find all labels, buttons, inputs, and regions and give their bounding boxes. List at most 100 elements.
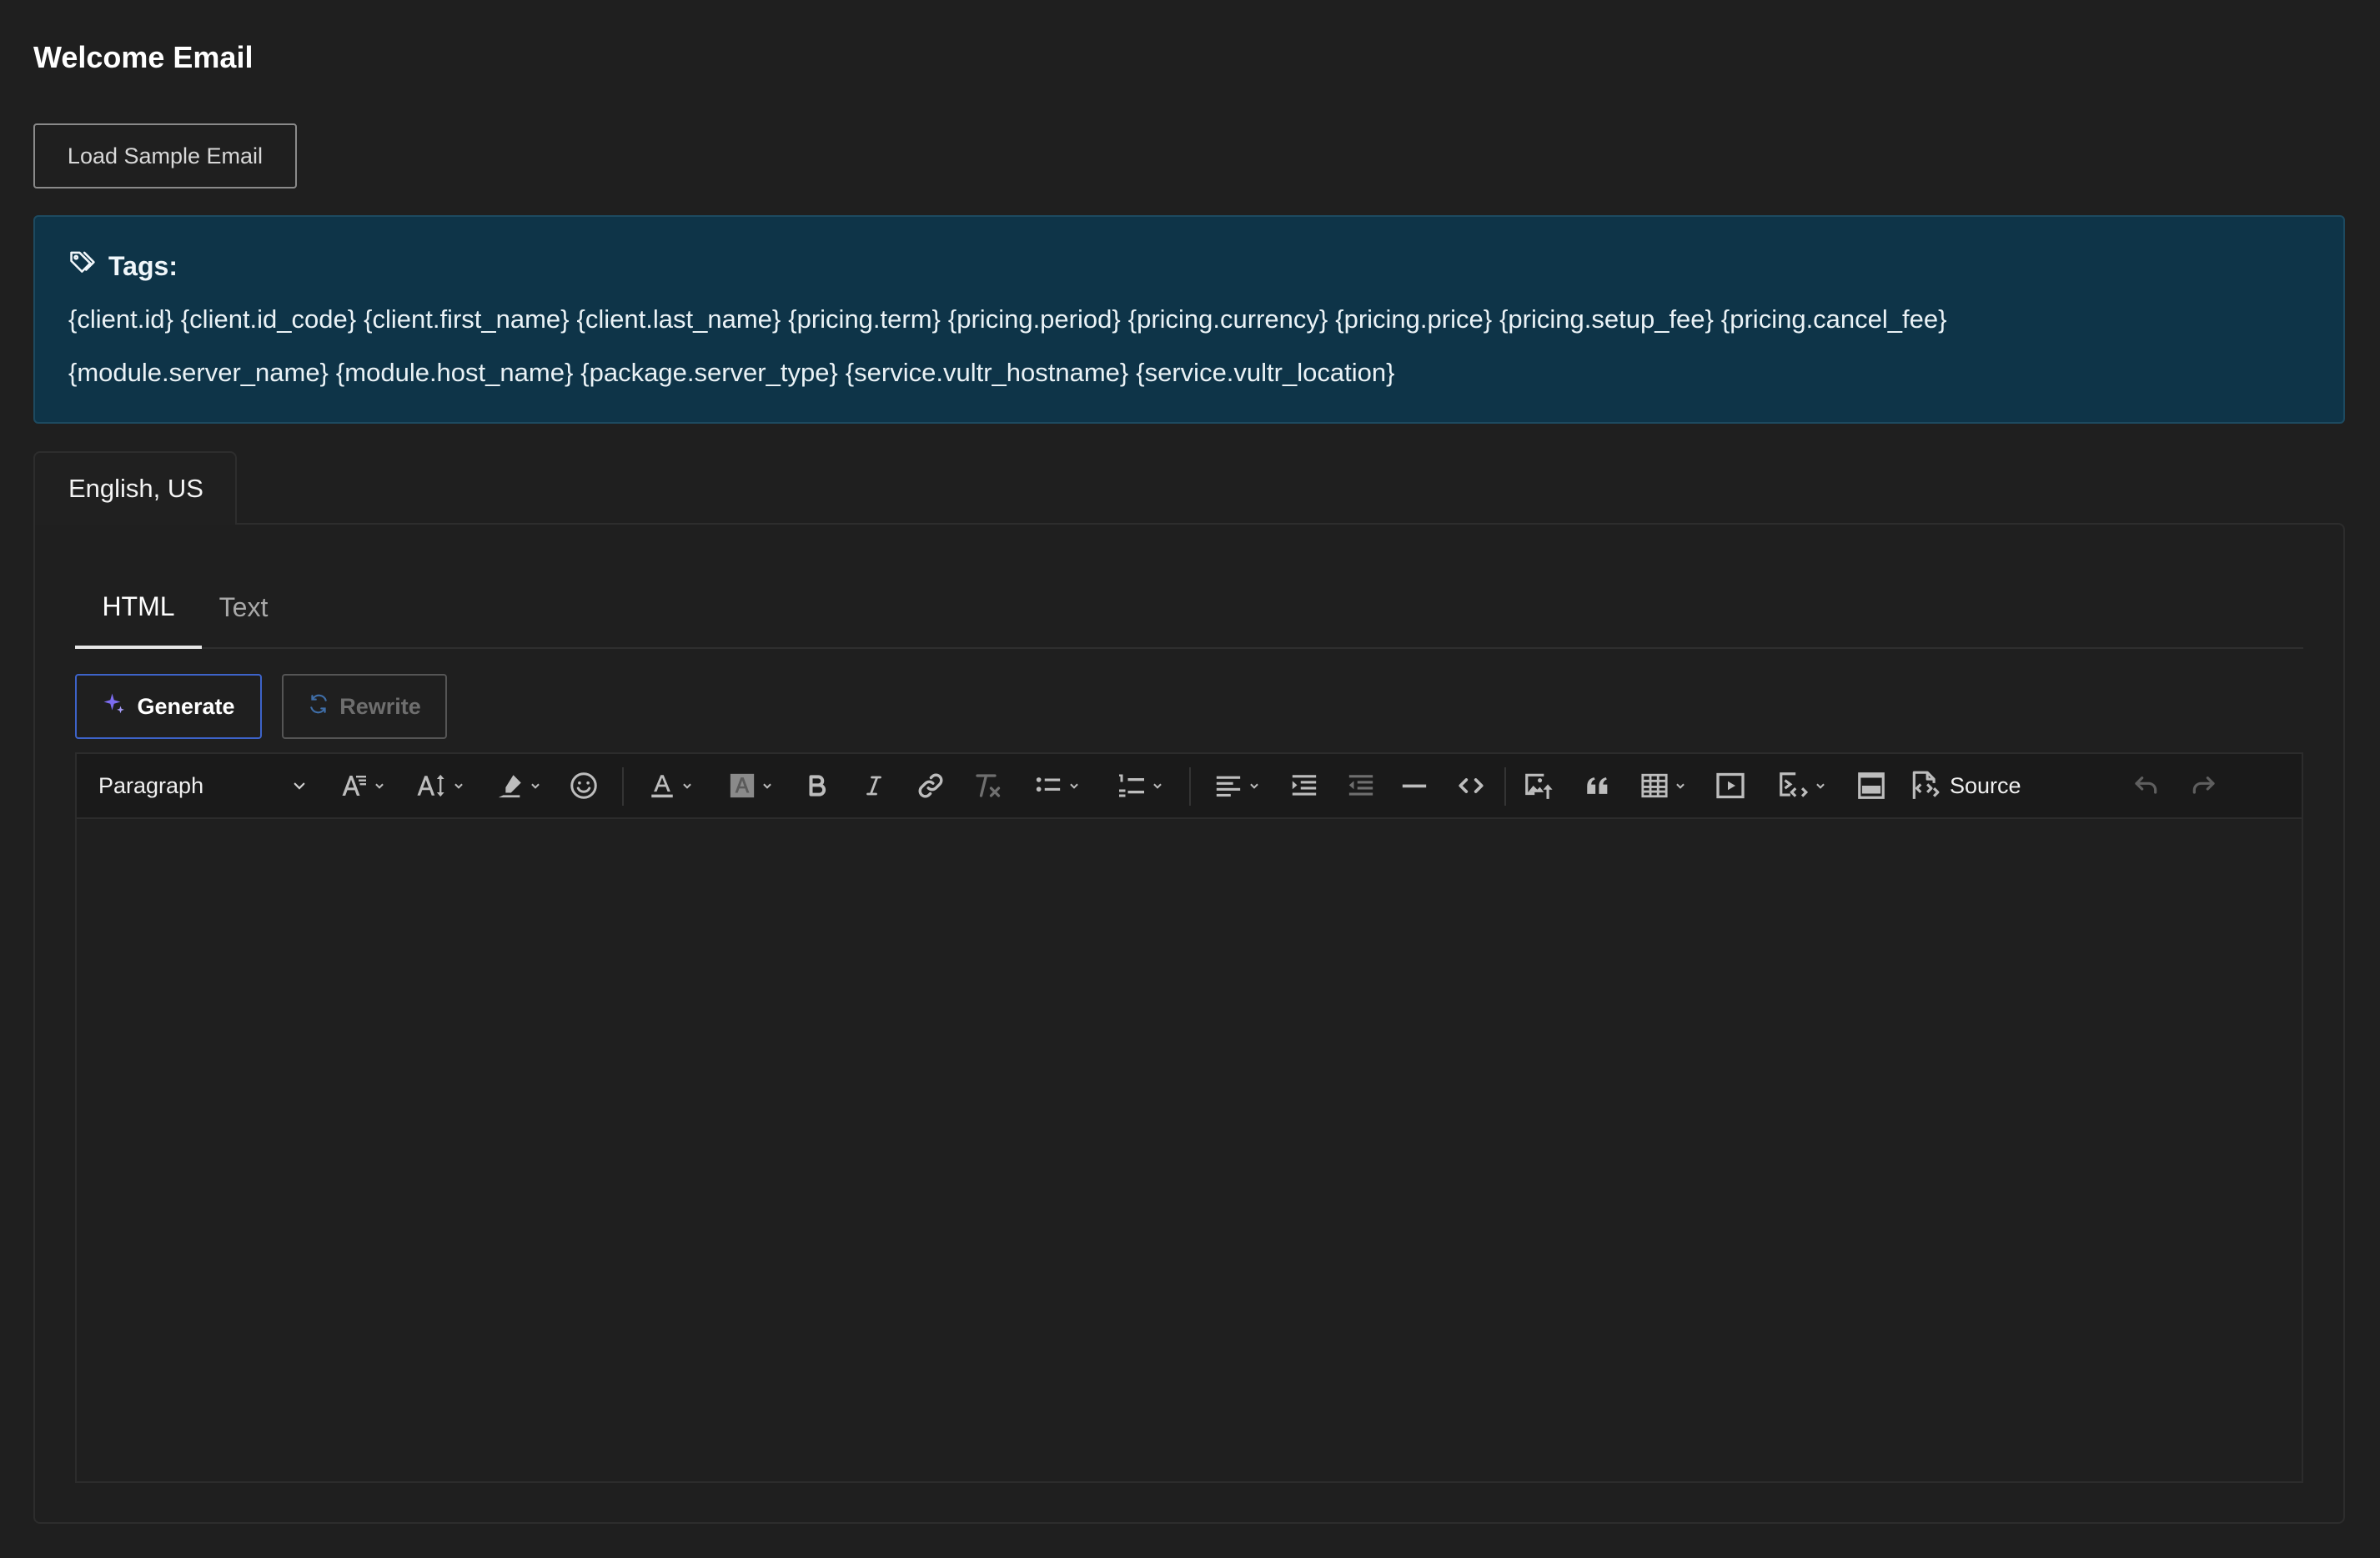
background-color-icon [728, 771, 756, 800]
undo-icon [2132, 772, 2161, 799]
outdent-button[interactable] [1341, 764, 1381, 807]
align-left-icon [1213, 771, 1243, 800]
tag-token: {pricing.price} [1335, 304, 1493, 334]
tag-token: {client.id} [68, 304, 173, 334]
chevron-down-icon [453, 780, 464, 792]
italic-icon [861, 771, 886, 800]
sparkle-icon [102, 691, 127, 722]
insert-image-button[interactable] [1516, 764, 1561, 807]
tab-html[interactable]: HTML [75, 567, 202, 649]
tag-token: {module.host_name} [335, 358, 574, 387]
chevron-down-icon [1815, 780, 1826, 792]
html-embed-dropdown[interactable] [1765, 764, 1838, 807]
rich-text-editor: Paragraph Source [75, 752, 2303, 1483]
chevron-down-icon [1068, 780, 1080, 792]
special-block-icon [1855, 770, 1888, 802]
chevron-down-icon [761, 780, 773, 792]
chevron-down-icon [1152, 780, 1163, 792]
toolbar-separator [1504, 767, 1506, 806]
emoji-button[interactable] [564, 764, 604, 807]
link-icon [916, 771, 945, 800]
chevron-down-icon [1248, 780, 1260, 792]
blockquote-icon [1584, 771, 1612, 800]
tags-header: Tags: [68, 249, 2310, 284]
background-color-dropdown[interactable] [717, 764, 784, 807]
tag-token: {pricing.cancel_fee} [1720, 304, 1947, 334]
undo-button[interactable] [2128, 764, 2165, 807]
media-icon [1715, 771, 1746, 801]
editor-content-area[interactable] [77, 819, 2302, 1481]
highlight-dropdown[interactable] [487, 764, 550, 807]
tag-token: {package.server_type} [580, 358, 838, 387]
bulleted-list-dropdown[interactable] [1022, 764, 1091, 807]
indent-icon [1289, 771, 1319, 800]
generate-label: Generate [137, 693, 235, 719]
bulleted-list-icon [1033, 771, 1063, 800]
remove-format-button[interactable] [967, 764, 1007, 807]
tag-token: {pricing.period} [947, 304, 1121, 334]
align-dropdown[interactable] [1203, 764, 1271, 807]
numbered-list-icon [1117, 771, 1147, 801]
tags-heading: Tags: [108, 250, 178, 281]
redo-icon [2189, 772, 2217, 799]
toolbar-separator [1189, 767, 1191, 806]
tag-token: {pricing.currency} [1127, 304, 1328, 334]
blockquote-button[interactable] [1578, 764, 1618, 807]
html-embed-icon [1776, 770, 1810, 802]
tags-line-2: {module.server_name} {module.host_name} {p… [68, 355, 2310, 390]
table-dropdown[interactable] [1629, 764, 1696, 807]
highlight-icon [496, 771, 525, 800]
font-color-icon [648, 771, 676, 801]
tag-token: {module.server_name} [68, 358, 329, 387]
editor-toolbar: Paragraph Source [77, 754, 2302, 819]
tab-text[interactable]: Text [202, 567, 285, 647]
block-format-dropdown[interactable]: Paragraph [98, 764, 307, 807]
source-icon [1908, 770, 1941, 802]
font-color-dropdown[interactable] [637, 764, 704, 807]
chevron-down-icon [681, 780, 693, 792]
outdent-icon [1346, 771, 1376, 800]
page-title: Welcome Email [33, 40, 254, 74]
tag-token: {pricing.term} [788, 304, 941, 334]
tag-token: {client.id_code} [180, 304, 357, 334]
tags-line-1: {client.id} {client.id_code} {client.first… [68, 302, 2310, 337]
load-sample-email-button[interactable]: Load Sample Email [33, 123, 297, 188]
tag-token: {client.last_name} [576, 304, 781, 334]
emoji-icon [569, 771, 599, 801]
rewrite-button[interactable]: Rewrite [282, 674, 447, 739]
rewrite-label: Rewrite [339, 693, 421, 719]
horizontal-line-button[interactable] [1394, 764, 1434, 807]
link-button[interactable] [911, 764, 951, 807]
chevron-down-icon [374, 780, 385, 792]
italic-button[interactable] [854, 764, 894, 807]
generate-button[interactable]: Generate [75, 674, 262, 739]
horizontal-line-icon [1399, 771, 1429, 800]
font-family-icon [339, 771, 369, 801]
code-icon [1456, 771, 1486, 800]
bold-icon [805, 771, 830, 800]
font-size-icon [416, 771, 448, 801]
insert-media-button[interactable] [1710, 764, 1751, 807]
redo-button[interactable] [2185, 764, 2222, 807]
tag-token: {service.vultr_location} [1136, 358, 1395, 387]
tags-panel: Tags: {client.id} {client.id_code} {client… [33, 215, 2345, 424]
numbered-list-dropdown[interactable] [1106, 764, 1174, 807]
toolbar-separator [622, 767, 624, 806]
chevron-down-icon [292, 778, 307, 793]
indent-button[interactable] [1284, 764, 1324, 807]
table-icon [1639, 771, 1670, 800]
refresh-icon [308, 693, 329, 721]
insert-image-icon [1522, 770, 1555, 802]
source-button[interactable]: Source [1908, 764, 2036, 807]
code-block-button[interactable] [1451, 764, 1491, 807]
format-tabs: HTML Text [75, 567, 2303, 649]
font-size-dropdown[interactable] [407, 764, 474, 807]
bold-button[interactable] [797, 764, 837, 807]
font-family-dropdown[interactable] [330, 764, 394, 807]
chevron-down-icon [530, 780, 541, 792]
tab-english-us[interactable]: English, US [33, 451, 237, 525]
tag-icon [68, 249, 97, 284]
remove-format-icon [972, 771, 1002, 801]
chevron-down-icon [1675, 780, 1686, 792]
special-block-button[interactable] [1850, 764, 1893, 807]
